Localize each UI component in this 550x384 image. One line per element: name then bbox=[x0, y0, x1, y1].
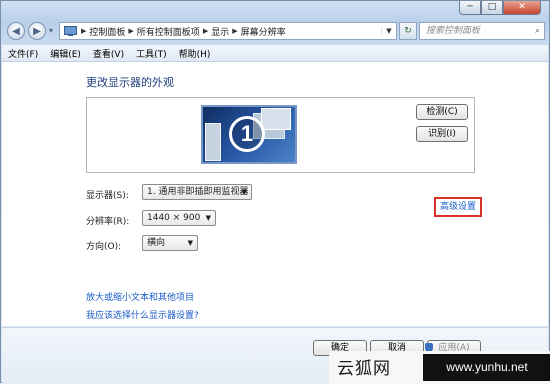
close-button[interactable]: ✕ bbox=[503, 1, 541, 15]
maximize-button[interactable]: □ bbox=[481, 1, 503, 15]
orientation-label: 方向(O): bbox=[86, 242, 122, 252]
menu-edit[interactable]: 编辑(E) bbox=[44, 47, 87, 60]
refresh-icon[interactable]: ↻ bbox=[399, 22, 417, 40]
breadcrumb-screen-resolution[interactable]: 屏幕分辨率 bbox=[241, 25, 286, 38]
menu-view[interactable]: 查看(V) bbox=[87, 47, 130, 60]
watermark-url: www.yunhu.net bbox=[423, 354, 550, 381]
display-select[interactable]: 1. 通用非即插即用监视器 ▼ bbox=[142, 184, 252, 200]
chevron-down-icon: ▼ bbox=[205, 214, 211, 222]
address-bar[interactable]: ▶ 控制面板 ▶ 所有控制面板项 ▶ 显示 ▶ 屏幕分辨率 ▼ bbox=[59, 22, 397, 40]
menu-help[interactable]: 帮助(H) bbox=[173, 47, 217, 60]
content-area: 更改显示器的外观 1 检测(C) 识别(I) 显示器(S): 1. 通用非即插即… bbox=[2, 62, 548, 326]
chevron-down-icon: ▼ bbox=[241, 188, 247, 196]
orientation-select[interactable]: 横向 ▼ bbox=[142, 235, 198, 251]
window-controls: ─ □ ✕ bbox=[459, 1, 541, 15]
menu-tools[interactable]: 工具(T) bbox=[130, 47, 173, 60]
menu-file[interactable]: 文件(F) bbox=[2, 47, 44, 60]
search-icon[interactable]: ⌕ bbox=[535, 23, 540, 39]
advanced-settings-link[interactable]: 高级设置 bbox=[434, 197, 482, 217]
chevron-right-icon[interactable]: ▶ bbox=[203, 27, 208, 35]
monitor-preview[interactable]: 1 bbox=[201, 105, 297, 164]
back-arrow-icon[interactable]: ◀ bbox=[7, 22, 25, 40]
chevron-right-icon[interactable]: ▶ bbox=[81, 27, 86, 35]
history-dropdown-icon[interactable]: ▾ bbox=[49, 26, 53, 35]
menu-bar: 文件(F) 编辑(E) 查看(V) 工具(T) 帮助(H) bbox=[2, 45, 548, 62]
orientation-select-value: 横向 bbox=[147, 238, 166, 248]
navigation-bar: ◀ ▶ ▾ ▶ 控制面板 ▶ 所有控制面板项 ▶ 显示 ▶ 屏幕分辨率 ▼ ↻ … bbox=[7, 21, 545, 43]
text-size-link[interactable]: 放大或缩小文本和其他项目 bbox=[86, 290, 194, 303]
window: ─ □ ✕ ◀ ▶ ▾ ▶ 控制面板 ▶ 所有控制面板项 ▶ 显示 ▶ 屏幕分辨… bbox=[0, 0, 550, 384]
breadcrumb-all-items[interactable]: 所有控制面板项 bbox=[137, 25, 200, 38]
watermark-text: 云狐网 bbox=[337, 359, 391, 379]
forward-arrow-icon[interactable]: ▶ bbox=[28, 22, 46, 40]
monitor-preview-panel: 1 检测(C) 识别(I) bbox=[86, 97, 475, 173]
breadcrumb-display[interactable]: 显示 bbox=[211, 25, 229, 38]
search-input[interactable]: 搜索控制面板 ⌕ bbox=[419, 22, 545, 40]
watermark: 云狐网 www.yunhu.net bbox=[329, 351, 550, 384]
monitor-number-badge: 1 bbox=[229, 116, 265, 152]
page-title: 更改显示器的外观 bbox=[86, 76, 174, 89]
chevron-right-icon[interactable]: ▶ bbox=[128, 27, 133, 35]
breadcrumb-control-panel[interactable]: 控制面板 bbox=[89, 25, 125, 38]
minimize-button[interactable]: ─ bbox=[459, 1, 481, 15]
detect-button[interactable]: 检测(C) bbox=[416, 104, 468, 120]
control-panel-icon bbox=[64, 26, 77, 36]
resolution-select-value: 1440 × 900 bbox=[147, 213, 201, 223]
identify-button[interactable]: 识别(I) bbox=[416, 126, 468, 142]
preview-window-icon bbox=[261, 108, 291, 130]
display-settings-help-link[interactable]: 我应该选择什么显示器设置? bbox=[86, 308, 199, 321]
resolution-label: 分辨率(R): bbox=[86, 217, 130, 227]
chevron-right-icon[interactable]: ▶ bbox=[232, 27, 237, 35]
display-select-value: 1. 通用非即插即用监视器 bbox=[147, 187, 249, 197]
resolution-select[interactable]: 1440 × 900 ▼ bbox=[142, 210, 216, 226]
display-label: 显示器(S): bbox=[86, 191, 129, 201]
chevron-down-icon: ▼ bbox=[187, 239, 193, 247]
preview-window-icon bbox=[205, 123, 221, 161]
address-dropdown-icon[interactable]: ▼ bbox=[381, 27, 396, 35]
search-placeholder: 搜索控制面板 bbox=[426, 26, 481, 36]
